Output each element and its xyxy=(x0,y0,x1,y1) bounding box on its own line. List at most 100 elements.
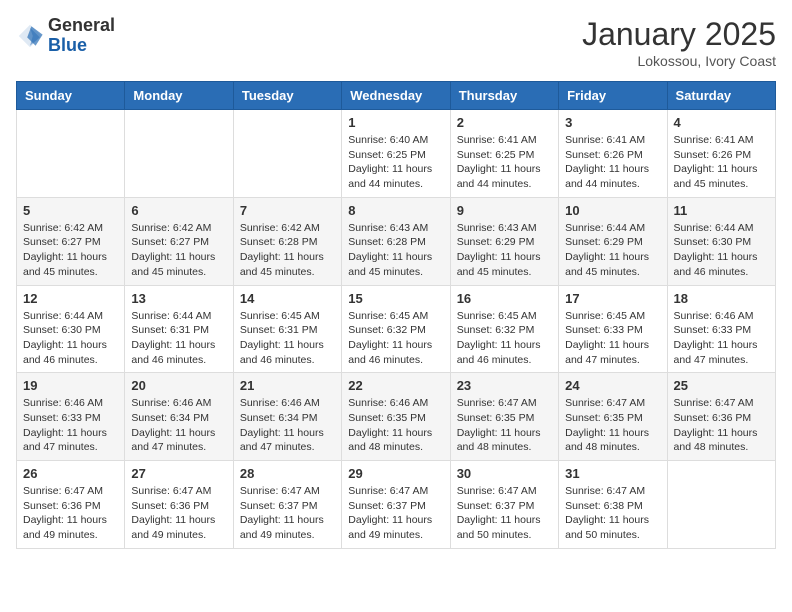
day-info: Sunrise: 6:47 AM Sunset: 6:35 PM Dayligh… xyxy=(457,396,552,455)
day-cell: 17 Sunrise: 6:45 AM Sunset: 6:33 PM Dayli… xyxy=(559,285,667,373)
day-cell: 12 Sunrise: 6:44 AM Sunset: 6:30 PM Dayli… xyxy=(17,285,125,373)
day-cell: 23 Sunrise: 6:47 AM Sunset: 6:35 PM Dayli… xyxy=(450,373,558,461)
day-cell xyxy=(17,110,125,198)
day-cell: 2 Sunrise: 6:41 AM Sunset: 6:25 PM Daylig… xyxy=(450,110,558,198)
day-info: Sunrise: 6:45 AM Sunset: 6:31 PM Dayligh… xyxy=(240,309,335,368)
day-info: Sunrise: 6:47 AM Sunset: 6:36 PM Dayligh… xyxy=(23,484,118,543)
page-header: General Blue January 2025 Lokossou, Ivor… xyxy=(16,16,776,69)
day-cell: 28 Sunrise: 6:47 AM Sunset: 6:37 PM Dayli… xyxy=(233,461,341,549)
day-number: 24 xyxy=(565,378,660,393)
day-cell: 1Sunrise: 6:40 AM Sunset: 6:25 PM Daylig… xyxy=(342,110,450,198)
day-cell: 11Sunrise: 6:44 AM Sunset: 6:30 PM Dayli… xyxy=(667,197,775,285)
day-number: 28 xyxy=(240,466,335,481)
day-cell: 26 Sunrise: 6:47 AM Sunset: 6:36 PM Dayli… xyxy=(17,461,125,549)
day-cell xyxy=(233,110,341,198)
day-info: Sunrise: 6:47 AM Sunset: 6:37 PM Dayligh… xyxy=(457,484,552,543)
day-info: Sunrise: 6:47 AM Sunset: 6:37 PM Dayligh… xyxy=(240,484,335,543)
day-number: 1 xyxy=(348,115,443,130)
day-cell: 14 Sunrise: 6:45 AM Sunset: 6:31 PM Dayli… xyxy=(233,285,341,373)
day-info: Sunrise: 6:46 AM Sunset: 6:34 PM Dayligh… xyxy=(131,396,226,455)
day-cell: 22 Sunrise: 6:46 AM Sunset: 6:35 PM Dayli… xyxy=(342,373,450,461)
weekday-header-friday: Friday xyxy=(559,82,667,110)
day-info: Sunrise: 6:46 AM Sunset: 6:35 PM Dayligh… xyxy=(348,396,443,455)
day-info: Sunrise: 6:47 AM Sunset: 6:38 PM Dayligh… xyxy=(565,484,660,543)
day-info: Sunrise: 6:42 AM Sunset: 6:27 PM Dayligh… xyxy=(23,221,118,280)
day-cell: 27 Sunrise: 6:47 AM Sunset: 6:36 PM Dayli… xyxy=(125,461,233,549)
weekday-header-row: SundayMondayTuesdayWednesdayThursdayFrid… xyxy=(17,82,776,110)
day-info: Sunrise: 6:46 AM Sunset: 6:33 PM Dayligh… xyxy=(674,309,769,368)
day-info: Sunrise: 6:47 AM Sunset: 6:37 PM Dayligh… xyxy=(348,484,443,543)
day-number: 13 xyxy=(131,291,226,306)
day-number: 22 xyxy=(348,378,443,393)
day-info: Sunrise: 6:42 AM Sunset: 6:28 PM Dayligh… xyxy=(240,221,335,280)
day-info: Sunrise: 6:44 AM Sunset: 6:31 PM Dayligh… xyxy=(131,309,226,368)
day-cell: 10 Sunrise: 6:44 AM Sunset: 6:29 PM Dayli… xyxy=(559,197,667,285)
day-number: 8 xyxy=(348,203,443,218)
week-row-1: 1Sunrise: 6:40 AM Sunset: 6:25 PM Daylig… xyxy=(17,110,776,198)
day-info: Sunrise: 6:45 AM Sunset: 6:32 PM Dayligh… xyxy=(457,309,552,368)
day-number: 25 xyxy=(674,378,769,393)
month-title: January 2025 xyxy=(582,16,776,53)
weekday-header-tuesday: Tuesday xyxy=(233,82,341,110)
day-number: 10 xyxy=(565,203,660,218)
day-cell: 29 Sunrise: 6:47 AM Sunset: 6:37 PM Dayli… xyxy=(342,461,450,549)
week-row-2: 5 Sunrise: 6:42 AM Sunset: 6:27 PM Daylig… xyxy=(17,197,776,285)
day-number: 29 xyxy=(348,466,443,481)
day-cell: 8 Sunrise: 6:43 AM Sunset: 6:28 PM Daylig… xyxy=(342,197,450,285)
weekday-header-sunday: Sunday xyxy=(17,82,125,110)
day-cell: 4Sunrise: 6:41 AM Sunset: 6:26 PM Daylig… xyxy=(667,110,775,198)
day-number: 21 xyxy=(240,378,335,393)
week-row-5: 26 Sunrise: 6:47 AM Sunset: 6:36 PM Dayli… xyxy=(17,461,776,549)
day-number: 4 xyxy=(674,115,769,130)
week-row-4: 19Sunrise: 6:46 AM Sunset: 6:33 PM Dayli… xyxy=(17,373,776,461)
week-row-3: 12 Sunrise: 6:44 AM Sunset: 6:30 PM Dayli… xyxy=(17,285,776,373)
day-number: 23 xyxy=(457,378,552,393)
day-cell: 6 Sunrise: 6:42 AM Sunset: 6:27 PM Daylig… xyxy=(125,197,233,285)
day-number: 31 xyxy=(565,466,660,481)
title-block: January 2025 Lokossou, Ivory Coast xyxy=(582,16,776,69)
day-number: 27 xyxy=(131,466,226,481)
day-cell: 3Sunrise: 6:41 AM Sunset: 6:26 PM Daylig… xyxy=(559,110,667,198)
day-info: Sunrise: 6:41 AM Sunset: 6:26 PM Dayligh… xyxy=(565,133,660,192)
logo: General Blue xyxy=(16,16,115,56)
day-info: Sunrise: 6:41 AM Sunset: 6:25 PM Dayligh… xyxy=(457,133,552,192)
day-info: Sunrise: 6:43 AM Sunset: 6:29 PM Dayligh… xyxy=(457,221,552,280)
weekday-header-wednesday: Wednesday xyxy=(342,82,450,110)
day-cell: 16Sunrise: 6:45 AM Sunset: 6:32 PM Dayli… xyxy=(450,285,558,373)
day-number: 15 xyxy=(348,291,443,306)
day-cell: 13 Sunrise: 6:44 AM Sunset: 6:31 PM Dayli… xyxy=(125,285,233,373)
day-info: Sunrise: 6:44 AM Sunset: 6:29 PM Dayligh… xyxy=(565,221,660,280)
day-cell: 25Sunrise: 6:47 AM Sunset: 6:36 PM Dayli… xyxy=(667,373,775,461)
day-number: 6 xyxy=(131,203,226,218)
day-info: Sunrise: 6:43 AM Sunset: 6:28 PM Dayligh… xyxy=(348,221,443,280)
day-number: 2 xyxy=(457,115,552,130)
weekday-header-monday: Monday xyxy=(125,82,233,110)
day-number: 18 xyxy=(674,291,769,306)
day-number: 17 xyxy=(565,291,660,306)
day-cell: 20 Sunrise: 6:46 AM Sunset: 6:34 PM Dayli… xyxy=(125,373,233,461)
day-info: Sunrise: 6:46 AM Sunset: 6:34 PM Dayligh… xyxy=(240,396,335,455)
day-cell: 18 Sunrise: 6:46 AM Sunset: 6:33 PM Dayli… xyxy=(667,285,775,373)
day-number: 19 xyxy=(23,378,118,393)
day-cell: 31 Sunrise: 6:47 AM Sunset: 6:38 PM Dayli… xyxy=(559,461,667,549)
day-number: 20 xyxy=(131,378,226,393)
day-info: Sunrise: 6:47 AM Sunset: 6:36 PM Dayligh… xyxy=(131,484,226,543)
day-cell xyxy=(667,461,775,549)
day-number: 14 xyxy=(240,291,335,306)
calendar-table: SundayMondayTuesdayWednesdayThursdayFrid… xyxy=(16,81,776,549)
weekday-header-thursday: Thursday xyxy=(450,82,558,110)
day-cell xyxy=(125,110,233,198)
day-number: 26 xyxy=(23,466,118,481)
day-info: Sunrise: 6:42 AM Sunset: 6:27 PM Dayligh… xyxy=(131,221,226,280)
day-number: 5 xyxy=(23,203,118,218)
day-number: 9 xyxy=(457,203,552,218)
day-number: 7 xyxy=(240,203,335,218)
day-cell: 21 Sunrise: 6:46 AM Sunset: 6:34 PM Dayli… xyxy=(233,373,341,461)
day-cell: 7 Sunrise: 6:42 AM Sunset: 6:28 PM Daylig… xyxy=(233,197,341,285)
day-cell: 15Sunrise: 6:45 AM Sunset: 6:32 PM Dayli… xyxy=(342,285,450,373)
day-number: 12 xyxy=(23,291,118,306)
logo-icon xyxy=(16,22,44,50)
day-info: Sunrise: 6:45 AM Sunset: 6:33 PM Dayligh… xyxy=(565,309,660,368)
day-number: 30 xyxy=(457,466,552,481)
day-info: Sunrise: 6:44 AM Sunset: 6:30 PM Dayligh… xyxy=(23,309,118,368)
